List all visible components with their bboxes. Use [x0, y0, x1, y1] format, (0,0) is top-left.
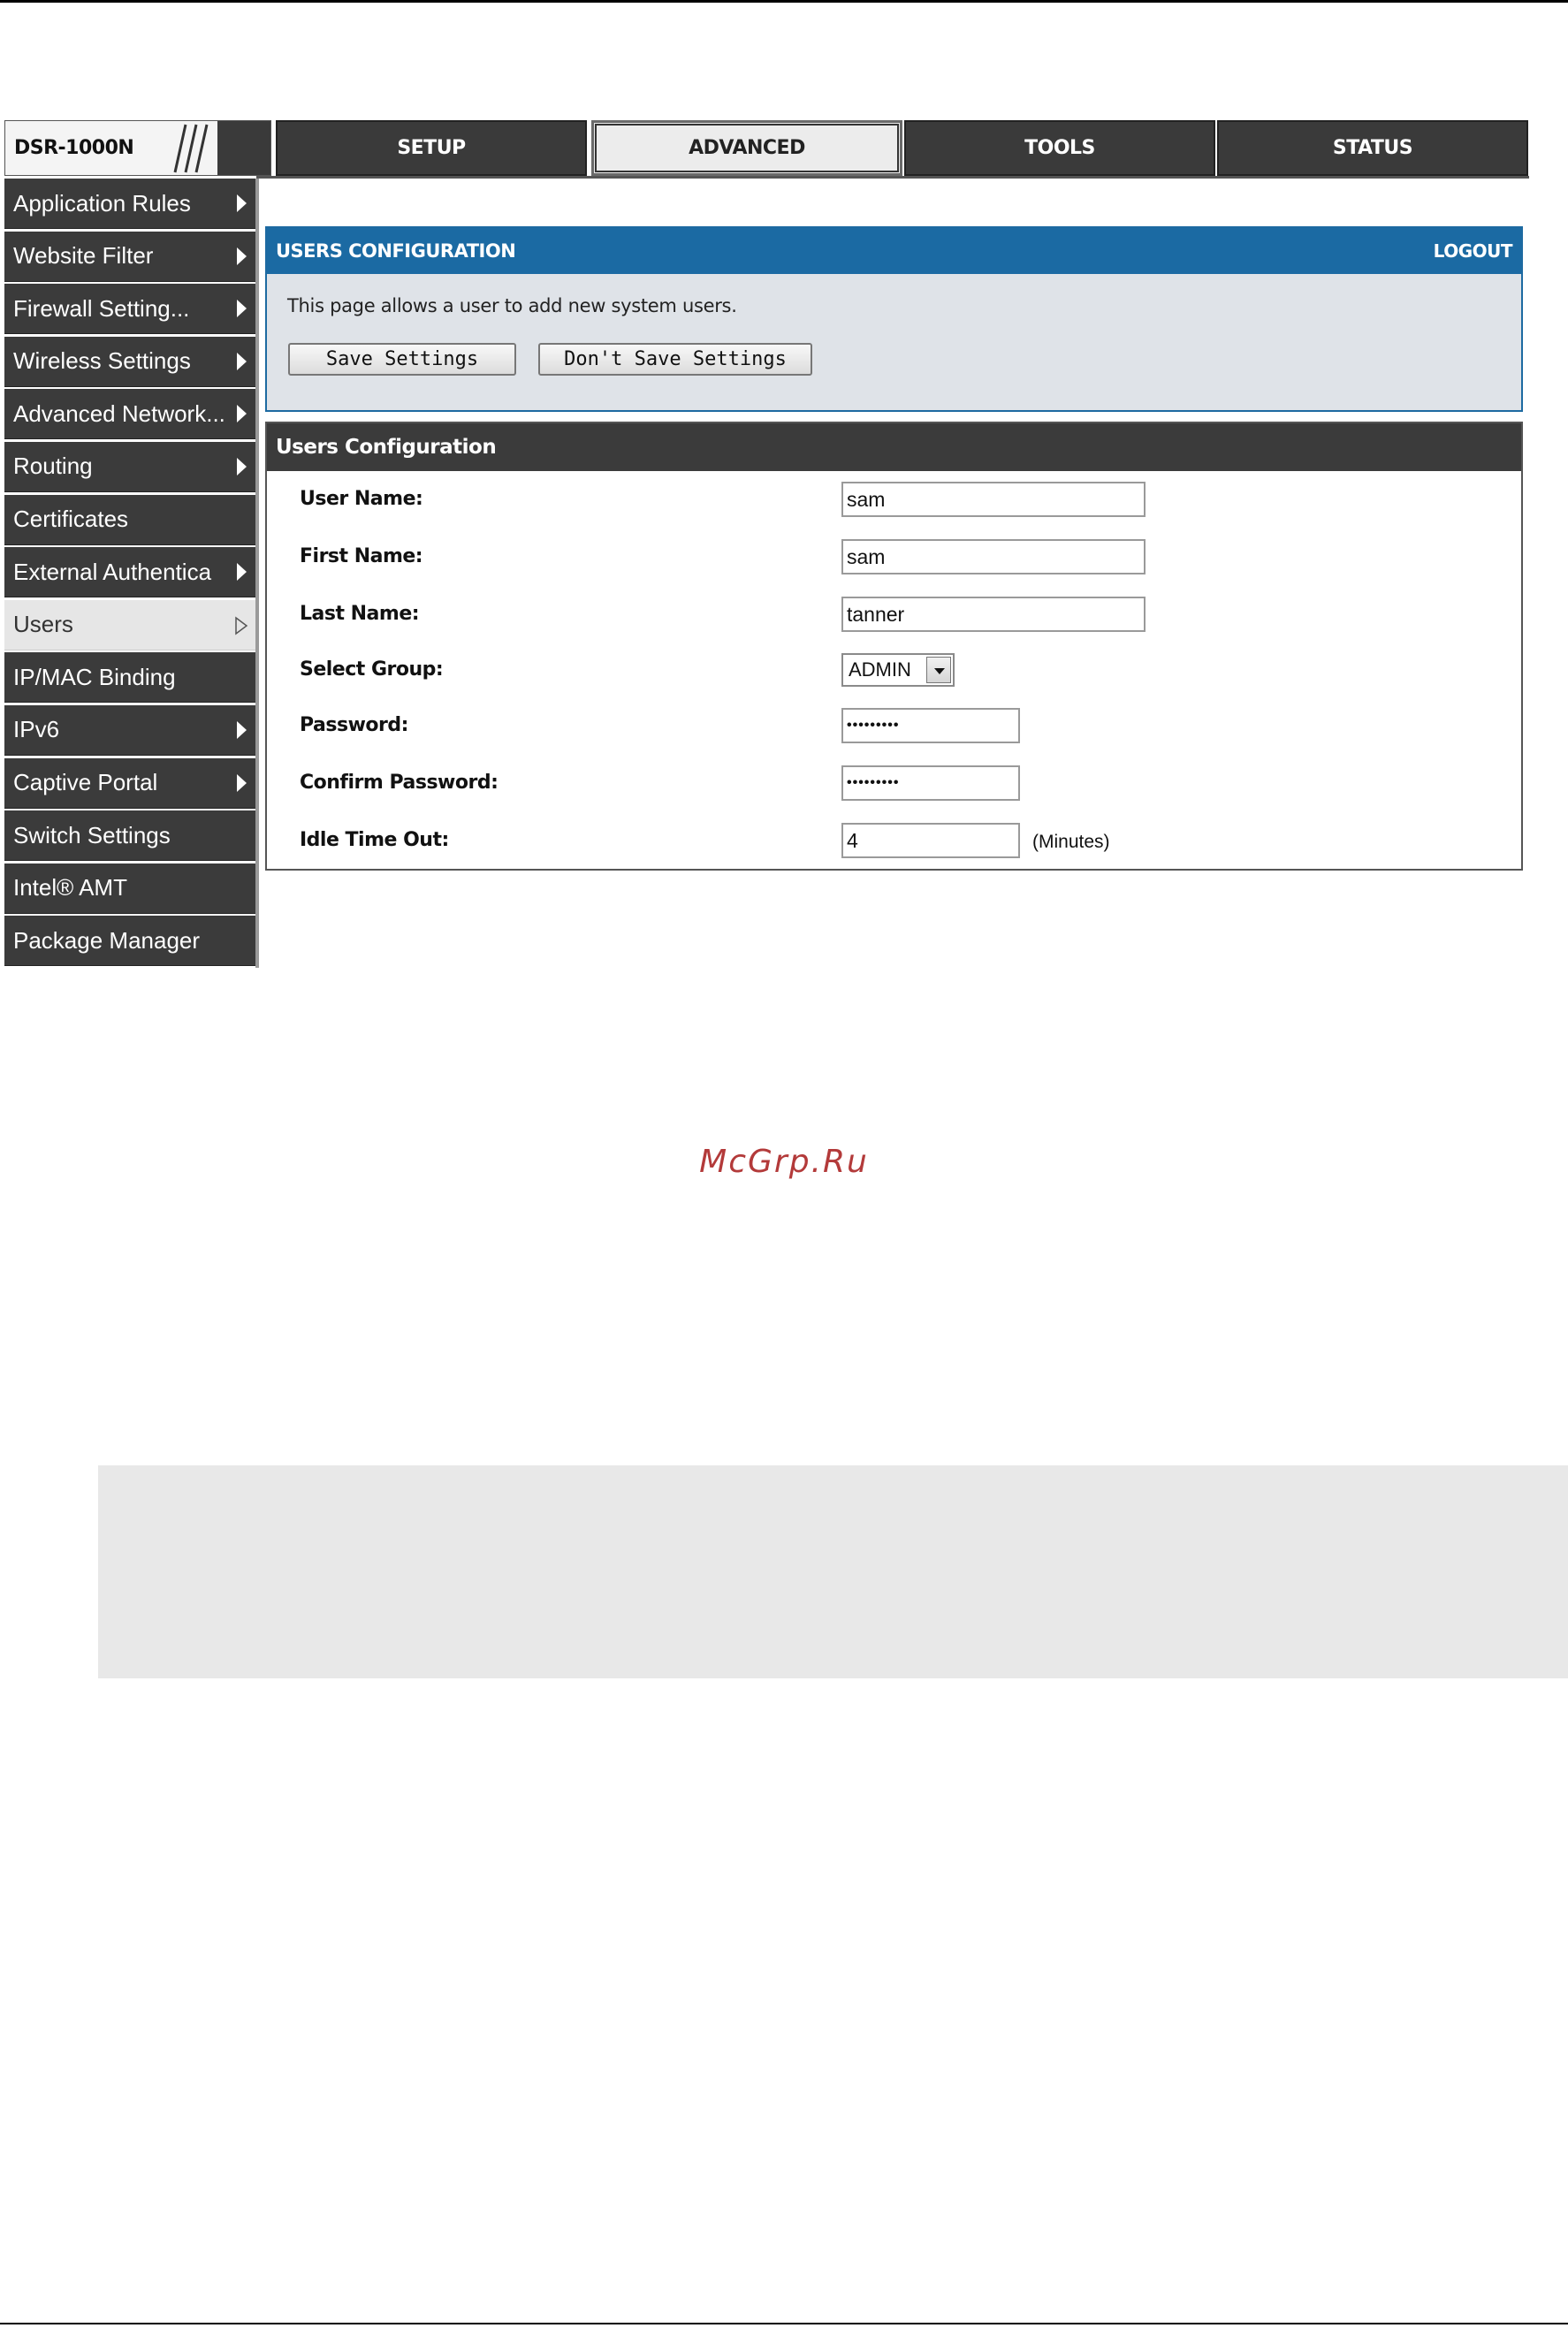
sidebar-item-label: Captive Portal	[13, 769, 158, 796]
model-name: DSR-1000N	[14, 137, 134, 159]
sidebar-item-certificates[interactable]: Certificates	[4, 494, 255, 545]
chevron-right-icon	[237, 300, 247, 318]
sidebar-item-application-rules[interactable]: Application Rules	[4, 179, 255, 229]
confirm-password-label: Confirm Password:	[300, 772, 499, 794]
chevron-right-icon	[237, 457, 247, 475]
sidebar-item-label: Switch Settings	[13, 821, 171, 848]
sidebar-item-ip-mac-binding[interactable]: IP/MAC Binding	[4, 652, 255, 704]
idle-timeout-label: Idle Time Out:	[300, 829, 449, 851]
sidebar-item-label: Routing	[13, 453, 93, 480]
tab-setup[interactable]: SETUP	[276, 120, 587, 176]
sidebar-item-switch-settings[interactable]: Switch Settings	[4, 810, 255, 862]
form-title: Users Configuration	[267, 423, 1521, 471]
sidebar-item-label: Wireless Settings	[13, 347, 191, 375]
tab-tools[interactable]: TOOLS	[904, 120, 1215, 176]
logo-dark-block	[217, 121, 270, 175]
sidebar-item-label: Users	[13, 611, 73, 638]
save-settings-button[interactable]: Save Settings	[288, 343, 516, 376]
sidebar-item-label: Intel® AMT	[13, 874, 127, 902]
select-group-label: Select Group:	[300, 658, 444, 681]
idle-timeout-units: (Minutes)	[1032, 832, 1110, 852]
chevron-right-icon	[237, 194, 247, 212]
top-rule	[0, 0, 1568, 3]
sidebar-item-external-authentication[interactable]: External Authentica	[4, 547, 255, 598]
sidebar-item-label: Certificates	[13, 506, 129, 533]
sidebar-item-label: Application Rules	[13, 189, 191, 217]
chevron-right-icon	[237, 773, 247, 792]
sidebar-item-label: Firewall Setting...	[13, 294, 190, 322]
users-configuration-header-panel: USERS CONFIGURATION LOGOUT This page all…	[265, 226, 1523, 412]
sidebar-item-label: Website Filter	[13, 242, 154, 270]
select-group-dropdown[interactable]: ADMIN	[841, 653, 955, 687]
sidebar-item-advanced-network[interactable]: Advanced Network...	[4, 389, 255, 440]
brand-logo: DSR-1000N	[4, 120, 271, 176]
user-name-label: User Name:	[300, 488, 423, 510]
sidebar-item-intel-amt[interactable]: Intel® AMT	[4, 863, 255, 914]
chevron-right-icon	[237, 405, 247, 423]
sidebar: Application Rules Website Filter Firewal…	[4, 179, 259, 968]
sidebar-item-wireless-settings[interactable]: Wireless Settings	[4, 336, 255, 387]
idle-timeout-input[interactable]: 4	[841, 823, 1020, 858]
sidebar-item-label: IP/MAC Binding	[13, 663, 176, 690]
nav-underline	[256, 176, 1529, 179]
select-group-value: ADMIN	[849, 658, 911, 681]
page-title: USERS CONFIGURATION	[276, 240, 516, 262]
chevron-right-outline-icon	[235, 616, 248, 635]
last-name-label: Last Name:	[300, 603, 420, 625]
sidebar-item-label: External Authentica	[13, 558, 212, 585]
confirm-password-input[interactable]: •••••••••	[841, 765, 1020, 801]
last-name-input[interactable]: tanner	[841, 597, 1146, 632]
sidebar-item-label: Advanced Network...	[13, 399, 225, 427]
dont-save-settings-button[interactable]: Don't Save Settings	[538, 343, 812, 376]
logout-link[interactable]: LOGOUT	[1434, 240, 1513, 262]
sidebar-item-users[interactable]: Users	[4, 599, 255, 650]
chevron-right-icon	[237, 563, 247, 582]
sidebar-item-captive-portal[interactable]: Captive Portal	[4, 757, 255, 809]
chevron-right-icon	[237, 720, 247, 739]
password-input[interactable]: •••••••••	[841, 708, 1020, 743]
sidebar-item-label: Package Manager	[13, 926, 201, 954]
sidebar-item-firewall-settings[interactable]: Firewall Setting...	[4, 284, 255, 335]
note-box	[98, 1465, 1568, 1678]
page-description: This page allows a user to add new syste…	[287, 295, 737, 316]
tab-advanced[interactable]: ADVANCED	[591, 120, 902, 176]
header-bar: USERS CONFIGURATION LOGOUT	[267, 228, 1521, 274]
bottom-rule	[0, 2323, 1568, 2324]
first-name-label: First Name:	[300, 545, 423, 567]
chevron-down-icon[interactable]	[926, 657, 951, 683]
watermark: McGrp.Ru	[699, 1144, 869, 1180]
sidebar-item-website-filter[interactable]: Website Filter	[4, 231, 255, 282]
sidebar-item-ipv6[interactable]: IPv6	[4, 704, 255, 756]
user-name-input[interactable]: sam	[841, 482, 1146, 517]
password-label: Password:	[300, 714, 408, 736]
chevron-right-icon	[237, 352, 247, 370]
chevron-right-icon	[237, 247, 247, 265]
sidebar-item-label: IPv6	[13, 716, 60, 743]
tab-status[interactable]: STATUS	[1217, 120, 1528, 176]
users-configuration-form: Users Configuration User Name: sam First…	[265, 422, 1523, 871]
first-name-input[interactable]: sam	[841, 539, 1146, 574]
slash-decoration-icon	[173, 124, 209, 173]
sidebar-item-routing[interactable]: Routing	[4, 441, 255, 492]
sidebar-item-package-manager[interactable]: Package Manager	[4, 916, 255, 967]
